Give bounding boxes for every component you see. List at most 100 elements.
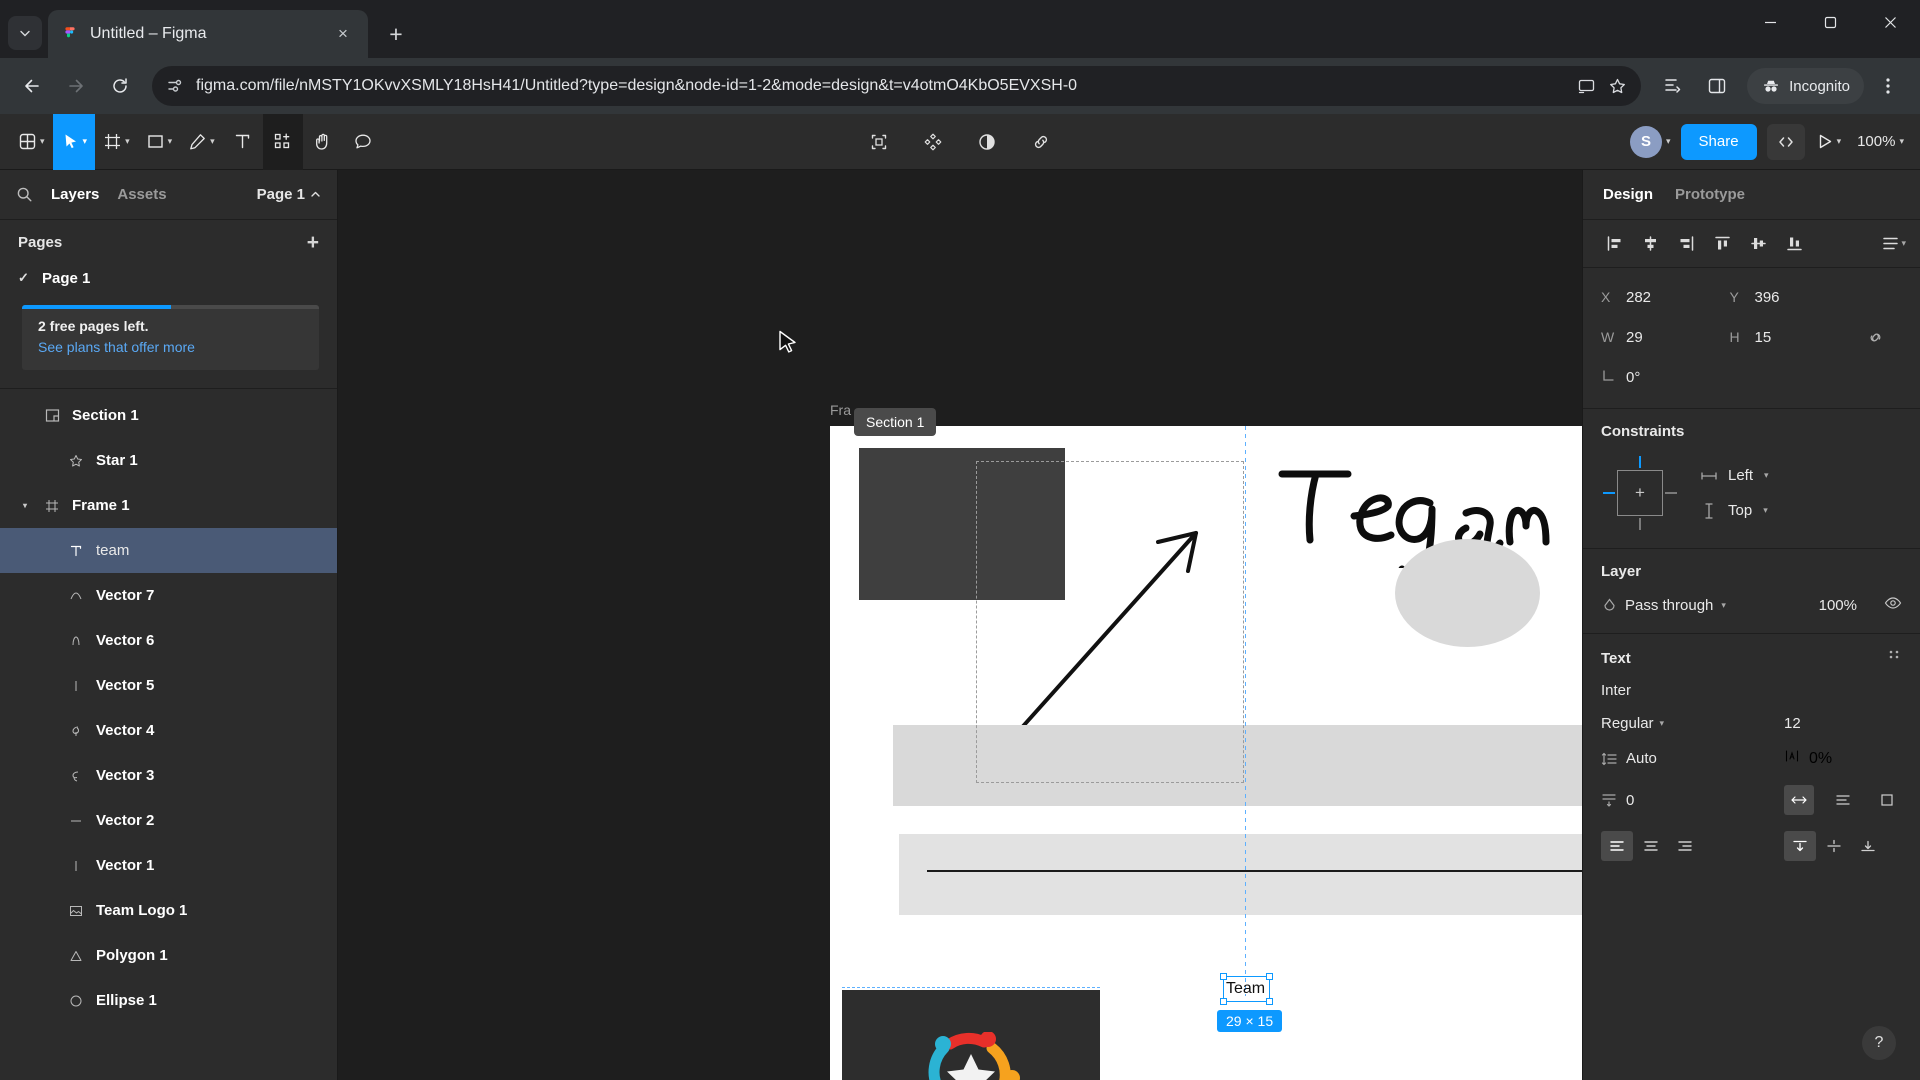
minimize-button[interactable] (1740, 0, 1800, 44)
promo-link[interactable]: See plans that offer more (38, 339, 303, 355)
zoom-control[interactable]: 100% ▾ (1851, 133, 1904, 150)
user-avatar-menu[interactable]: S ▾ (1630, 125, 1671, 158)
text-align-top-icon[interactable] (1784, 831, 1816, 861)
selected-text-element[interactable]: Team (1220, 973, 1273, 1005)
page-switcher[interactable]: Page 1 (257, 186, 321, 203)
font-size-field[interactable]: 12 (1784, 715, 1902, 732)
side-panel-icon[interactable] (1697, 66, 1737, 106)
layer-expand-caret[interactable]: ▾ (18, 501, 32, 510)
layer-row[interactable]: Vector 2 (0, 798, 337, 843)
tab-design[interactable]: Design (1603, 186, 1653, 203)
team-logo-image[interactable]: Teamwork PEOPLE COORDINATED EFFORT (842, 990, 1100, 1080)
chrome-menu-icon[interactable] (1868, 66, 1908, 106)
letter-spacing-field[interactable]: 0% (1784, 748, 1902, 769)
text-settings-icon[interactable] (1886, 648, 1902, 668)
layer-row[interactable]: Team Logo 1 (0, 888, 337, 933)
horizontal-constraint-dropdown[interactable]: Left ▾ (1701, 467, 1769, 484)
layer-row[interactable]: Vector 5 (0, 663, 337, 708)
list-icon[interactable] (1828, 785, 1858, 815)
distribute-menu-button[interactable]: ▾ (1882, 235, 1906, 252)
scale-tool[interactable] (859, 114, 899, 170)
actions-tool[interactable] (262, 113, 303, 170)
tab-assets[interactable]: Assets (117, 186, 166, 203)
forward-button[interactable] (56, 66, 96, 106)
back-button[interactable] (12, 66, 52, 106)
constraint-diagram[interactable]: + (1601, 454, 1679, 532)
ellipse-shape[interactable] (1395, 539, 1540, 647)
dev-mode-button[interactable] (1766, 123, 1805, 160)
page-item-page1[interactable]: ✓ Page 1 (0, 261, 337, 295)
layer-row[interactable]: Section 1 (0, 393, 337, 438)
resize-handle-top-left[interactable] (1220, 973, 1227, 980)
layer-row[interactable]: Polygon 1 (0, 933, 337, 978)
align-horizontal-center-icon[interactable] (1633, 227, 1667, 261)
hand-tool[interactable] (303, 114, 343, 170)
align-bottom-icon[interactable] (1777, 227, 1811, 261)
resize-handle-bottom-right[interactable] (1266, 998, 1273, 1005)
font-weight-dropdown[interactable]: Regular ▾ (1601, 715, 1664, 732)
width-field[interactable]: W 29 (1601, 322, 1718, 352)
tab-close-icon[interactable]: × (330, 21, 356, 47)
tab-layers[interactable]: Layers (51, 186, 99, 203)
site-settings-icon[interactable] (166, 77, 184, 95)
extensions-icon[interactable] (1653, 66, 1693, 106)
share-button[interactable]: Share (1680, 123, 1757, 160)
rotation-field[interactable]: 0° (1601, 362, 1718, 392)
vertical-constraint-dropdown[interactable]: Top ▾ (1701, 502, 1769, 519)
add-page-button[interactable]: + (307, 232, 319, 253)
text-align-left-icon[interactable] (1601, 831, 1633, 861)
resize-handle-top-right[interactable] (1266, 973, 1273, 980)
tab-search-button[interactable] (8, 16, 42, 50)
text-align-bottom-icon[interactable] (1852, 831, 1884, 861)
link-tool[interactable] (1021, 114, 1061, 170)
font-family-dropdown[interactable]: Inter (1601, 682, 1902, 699)
layer-row[interactable]: Vector 1 (0, 843, 337, 888)
proportions-link-icon[interactable] (1858, 322, 1892, 352)
rectangle-bar-bottom[interactable] (899, 834, 1582, 915)
search-icon[interactable] (16, 186, 33, 203)
contrast-tool[interactable] (967, 114, 1007, 170)
close-window-button[interactable] (1860, 0, 1920, 44)
auto-width-icon[interactable] (1784, 785, 1814, 815)
align-right-icon[interactable] (1669, 227, 1703, 261)
divider-line-vector[interactable] (927, 870, 1582, 872)
figma-main-menu-button[interactable]: ▾ (10, 114, 53, 170)
text-align-center-icon[interactable] (1635, 831, 1667, 861)
tab-prototype[interactable]: Prototype (1675, 186, 1745, 203)
layer-row-team[interactable]: team (0, 528, 337, 573)
opacity-value[interactable]: 100% (1819, 597, 1857, 614)
maximize-button[interactable] (1800, 0, 1860, 44)
pen-tool[interactable]: ▾ (180, 114, 223, 170)
text-align-right-icon[interactable] (1669, 831, 1701, 861)
resize-handle-bottom-left[interactable] (1220, 998, 1227, 1005)
layer-row[interactable]: Vector 4 (0, 708, 337, 753)
cast-icon[interactable] (1577, 77, 1596, 96)
frame-tool[interactable]: ▾ (95, 114, 138, 170)
browser-tab[interactable]: Untitled – Figma × (48, 10, 368, 58)
reload-button[interactable] (100, 66, 140, 106)
paragraph-spacing-field[interactable]: 0 (1601, 792, 1634, 809)
layers-list[interactable]: Section 1 Star 1 ▾ Frame 1 team Vector 7… (0, 389, 337, 1080)
layer-row[interactable]: Ellipse 1 (0, 978, 337, 1023)
text-tool[interactable] (223, 114, 263, 170)
url-text[interactable]: figma.com/file/nMSTY1OKvvXSMLY18HsH41/Un… (196, 77, 1565, 95)
layer-row[interactable]: Vector 7 (0, 573, 337, 618)
new-tab-button[interactable]: + (378, 16, 414, 52)
components-library-tool[interactable] (913, 114, 953, 170)
align-left-icon[interactable] (1597, 227, 1631, 261)
text-align-middle-icon[interactable] (1818, 831, 1850, 861)
frame-name-label[interactable]: Fra (830, 402, 851, 418)
help-button[interactable]: ? (1862, 1026, 1896, 1060)
move-tool[interactable]: ▾ (52, 113, 96, 170)
layer-row[interactable]: Vector 6 (0, 618, 337, 663)
layer-row[interactable]: Vector 3 (0, 753, 337, 798)
comment-tool[interactable] (343, 114, 383, 170)
incognito-indicator[interactable]: Incognito (1747, 68, 1864, 104)
address-bar[interactable]: figma.com/file/nMSTY1OKvvXSMLY18HsH41/Un… (152, 66, 1642, 106)
bookmark-star-icon[interactable] (1608, 77, 1627, 96)
line-height-field[interactable]: Auto (1601, 750, 1657, 767)
truncate-icon[interactable] (1872, 785, 1902, 815)
align-vertical-center-icon[interactable] (1741, 227, 1775, 261)
blend-mode-dropdown[interactable]: Pass through ▾ (1601, 597, 1726, 614)
shape-tool[interactable]: ▾ (138, 114, 181, 170)
